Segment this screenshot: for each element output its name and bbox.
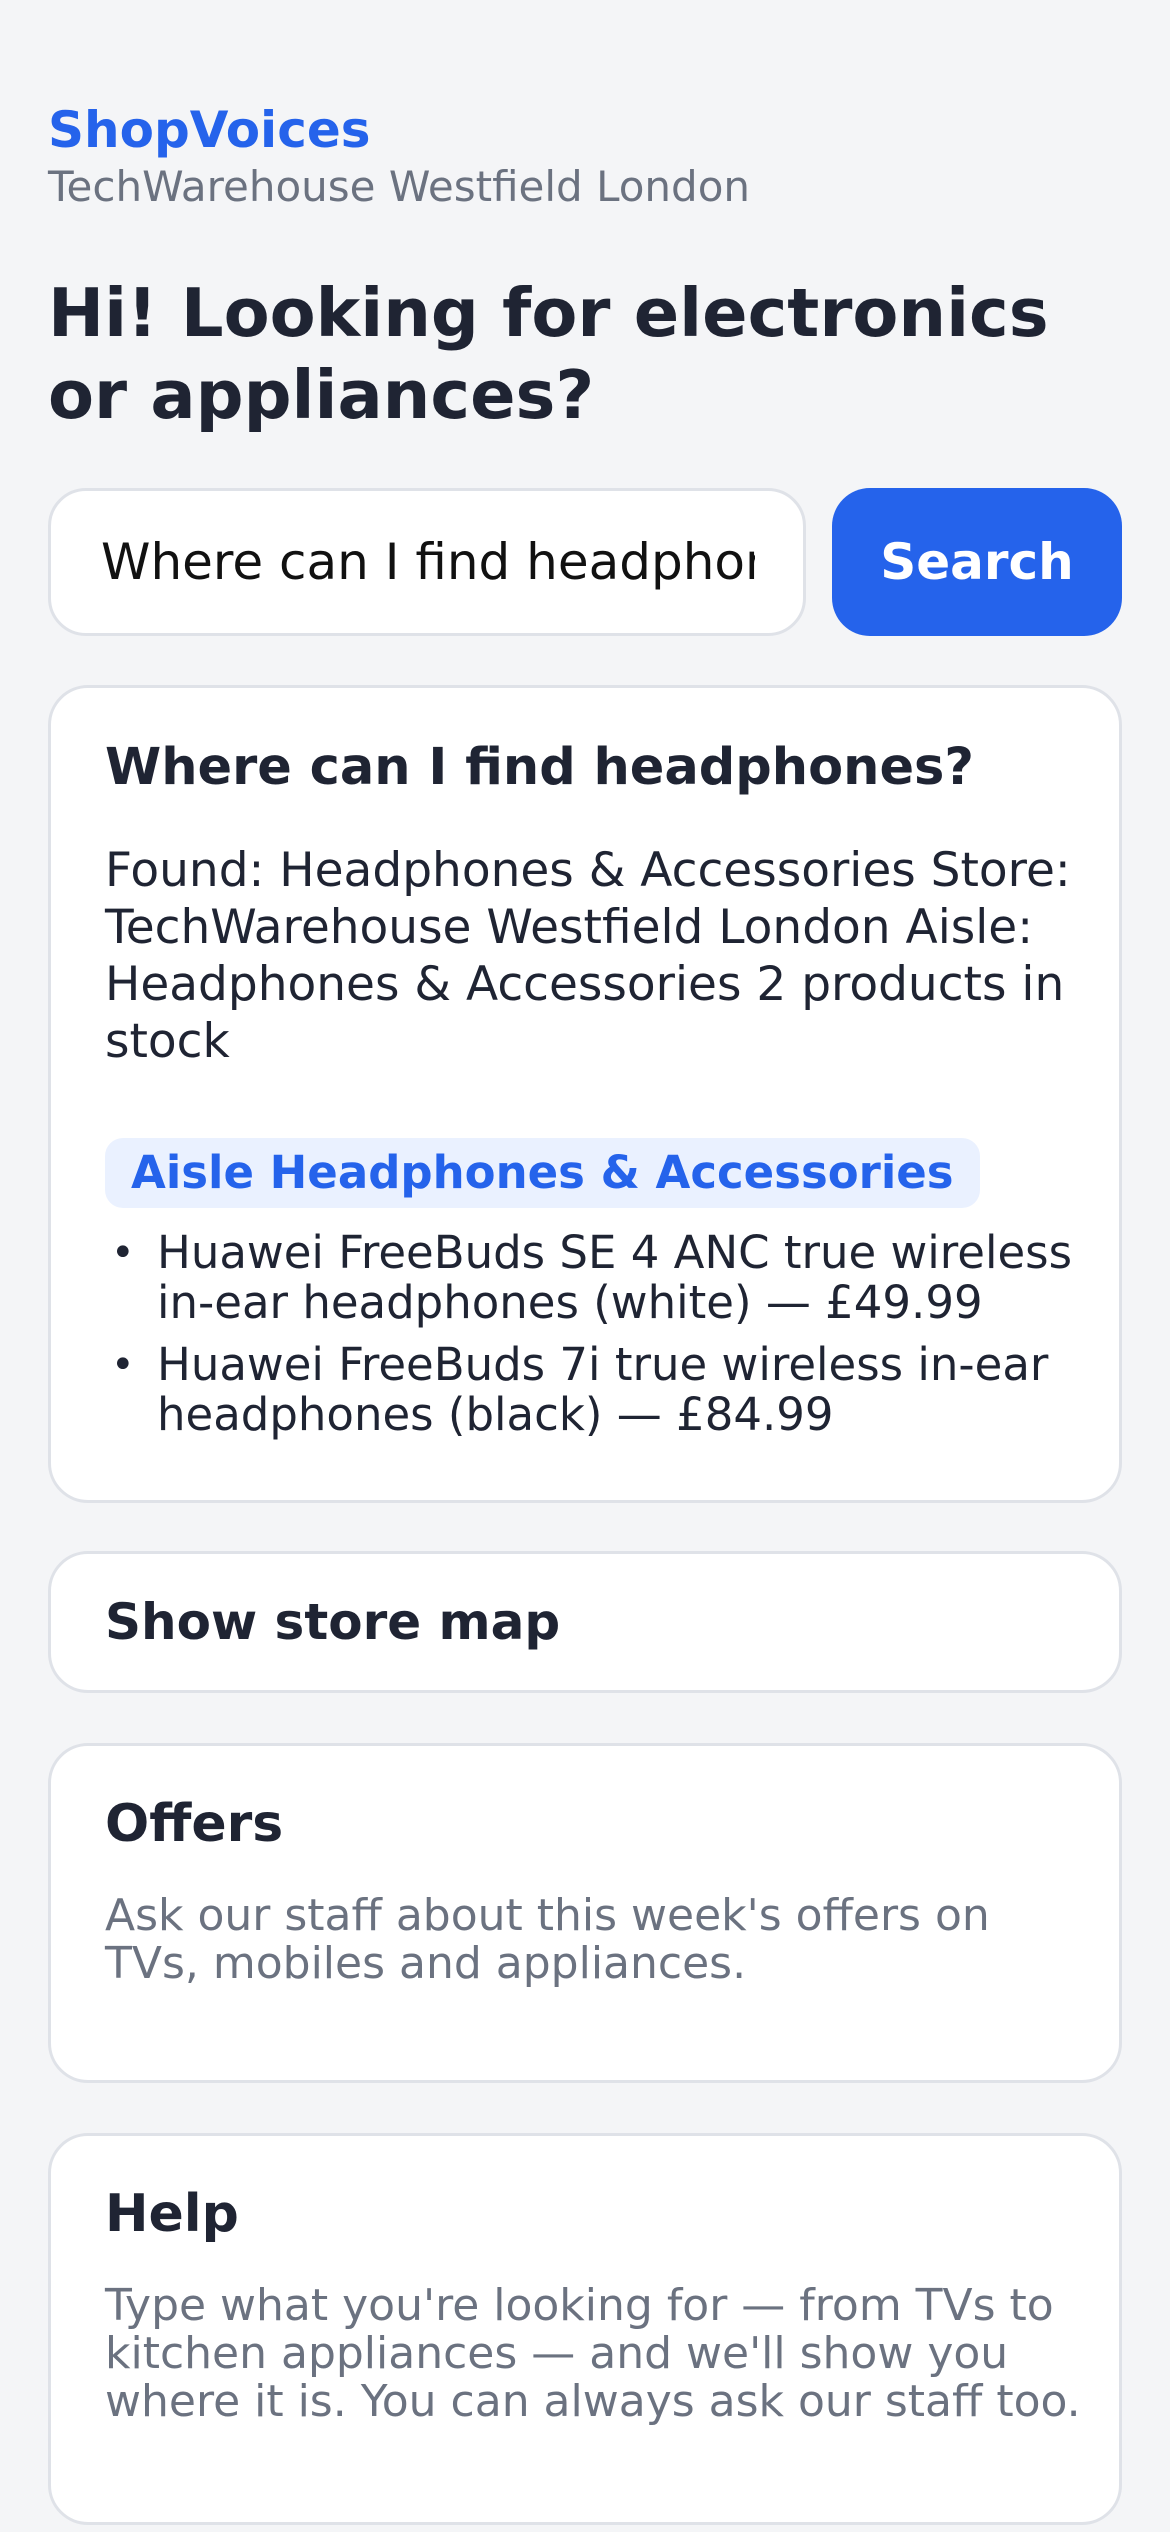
answer-body: Found: Headphones & Accessories Store: T… bbox=[105, 843, 1071, 1069]
show-store-map-label: Show store map bbox=[105, 1593, 561, 1651]
answer-question: Where can I find headphones? bbox=[105, 738, 974, 797]
answer-card: Where can I find headphones? Found: Head… bbox=[48, 685, 1122, 1503]
product-item: • Huawei FreeBuds SE 4 ANC true wireless… bbox=[105, 1228, 1095, 1328]
app-brand: ShopVoices bbox=[48, 101, 371, 159]
help-text: Type what you're looking for — from TVs … bbox=[105, 2280, 1081, 2427]
offers-card: Offers Ask our staff about this week's o… bbox=[48, 1743, 1122, 2083]
product-list: • Huawei FreeBuds SE 4 ANC true wireless… bbox=[105, 1228, 1095, 1452]
search-bar: Search bbox=[48, 488, 1122, 636]
search-input[interactable] bbox=[48, 488, 806, 636]
offers-text: Ask our staff about this week's offers o… bbox=[105, 1890, 990, 1989]
page: ShopVoices TechWarehouse Westfield Londo… bbox=[0, 0, 1170, 2532]
help-card: Help Type what you're looking for — from… bbox=[48, 2133, 1122, 2525]
help-title: Help bbox=[105, 2184, 239, 2244]
store-name: TechWarehouse Westfield London bbox=[48, 162, 751, 211]
page-headline: Hi! Looking for electronics or appliance… bbox=[48, 274, 1049, 434]
show-store-map-button[interactable]: Show store map bbox=[48, 1551, 1122, 1693]
aisle-badge: Aisle Headphones & Accessories bbox=[105, 1138, 980, 1208]
bullet-icon: • bbox=[111, 1342, 135, 1388]
offers-title: Offers bbox=[105, 1794, 284, 1854]
product-text: Huawei FreeBuds 7i true wireless in-ear … bbox=[157, 1338, 1049, 1441]
product-item: • Huawei FreeBuds 7i true wireless in-ea… bbox=[105, 1340, 1095, 1440]
search-button[interactable]: Search bbox=[832, 488, 1122, 636]
product-text: Huawei FreeBuds SE 4 ANC true wireless i… bbox=[157, 1226, 1073, 1329]
bullet-icon: • bbox=[111, 1230, 135, 1276]
